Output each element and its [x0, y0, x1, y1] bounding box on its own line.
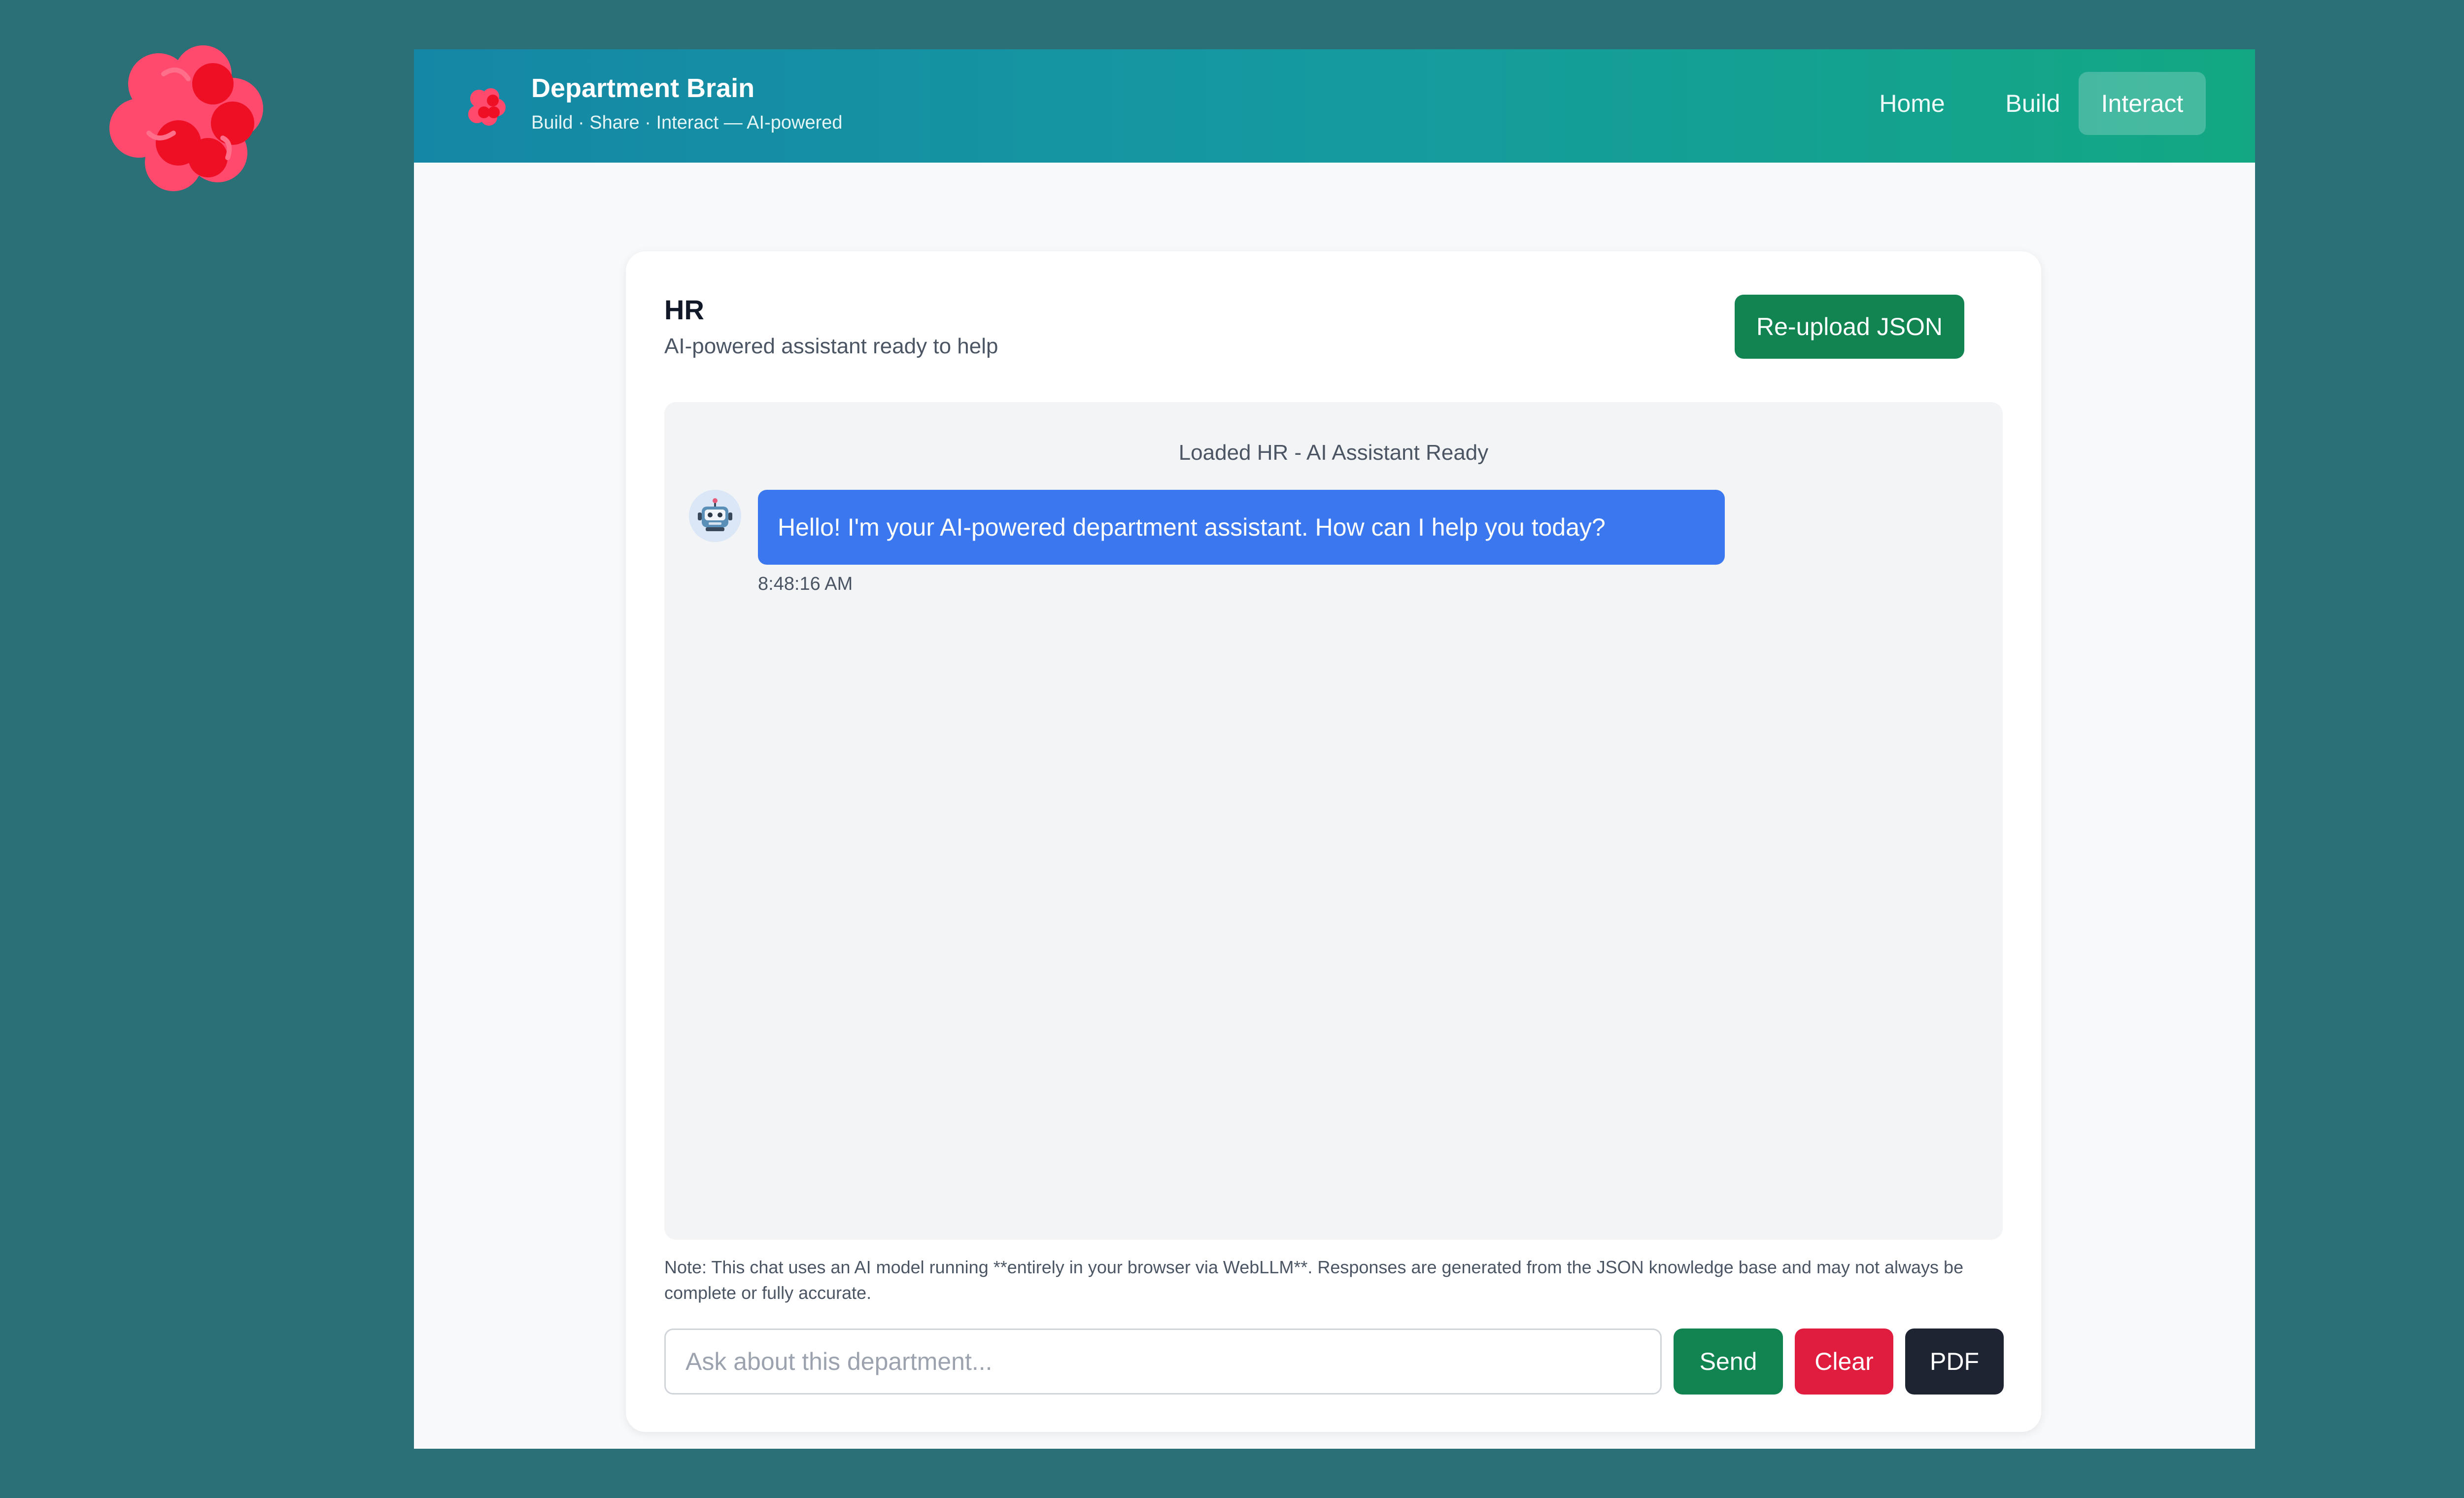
nav-interact[interactable]: Interact [2079, 72, 2206, 135]
department-subtitle: AI-powered assistant ready to help [664, 334, 998, 358]
brand-subtitle: Build · Share · Interact — AI-powered [531, 112, 843, 133]
brand-title: Department Brain [531, 73, 755, 103]
chat-card: HR AI-powered assistant ready to help Re… [626, 251, 2041, 1432]
clear-button[interactable]: Clear [1795, 1328, 1893, 1395]
reupload-json-button[interactable]: Re-upload JSON [1735, 295, 1964, 359]
nav-home[interactable]: Home [1843, 72, 1981, 135]
system-message: Loaded HR - AI Assistant Ready [1178, 441, 1489, 465]
send-button[interactable]: Send [1674, 1328, 1783, 1395]
department-title: HR [664, 294, 704, 325]
disclaimer-note: Note: This chat uses an AI model running… [664, 1257, 1964, 1303]
chat-input[interactable] [664, 1328, 1662, 1395]
app-header: Department Brain Build · Share · Interac… [414, 49, 2255, 163]
bot-message-bubble: Hello! I'm your AI-powered department as… [758, 490, 1725, 565]
message-timestamp: 8:48:16 AM [758, 574, 853, 594]
chat-messages-area: Loaded HR - AI Assistant Ready Hello! I'… [664, 402, 2003, 1240]
app-window: Department Brain Build · Share · Interac… [414, 49, 2255, 1449]
nav-build[interactable]: Build [1976, 72, 2089, 135]
brain-logo-icon [109, 45, 263, 191]
brain-logo-icon [468, 88, 506, 126]
pdf-button[interactable]: PDF [1905, 1328, 2004, 1395]
robot-icon [689, 490, 741, 542]
